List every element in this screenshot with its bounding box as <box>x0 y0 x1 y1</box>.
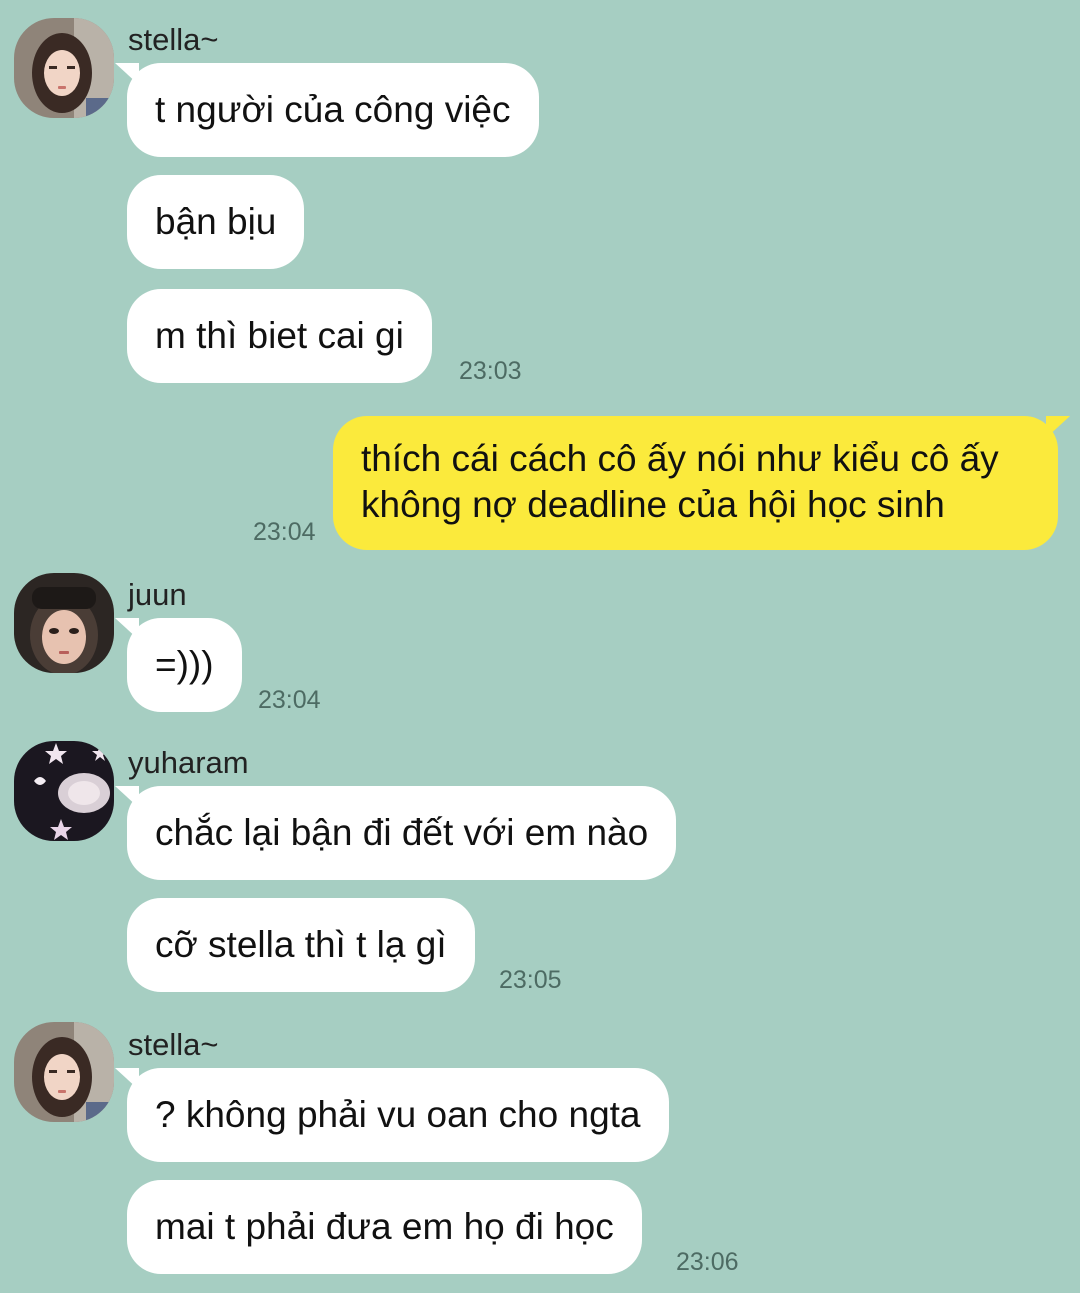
message-text: t người của công việc <box>155 89 511 130</box>
message-timestamp: 23:06 <box>676 1248 739 1276</box>
avatar-stella[interactable] <box>14 1022 114 1122</box>
avatar-stella[interactable] <box>14 18 114 118</box>
my-message-bubble[interactable]: thích cái cách cô ấy nói như kiểu cô ấy … <box>333 416 1070 550</box>
message-timestamp: 23:05 <box>499 966 562 994</box>
message-bubble[interactable]: m thì biet cai gi <box>127 289 432 383</box>
message-bubble[interactable]: ? không phải vu oan cho ngta <box>115 1068 669 1162</box>
message-text: cỡ stella thì t lạ gì <box>155 924 447 965</box>
message-timestamp: 23:04 <box>253 518 316 546</box>
message-timestamp: 23:04 <box>258 686 321 714</box>
message-text: mai t phải đưa em họ đi học <box>155 1206 614 1247</box>
message-bubble[interactable]: cỡ stella thì t lạ gì <box>127 898 475 992</box>
message-text: =))) <box>155 644 214 685</box>
profile-photo-icon <box>14 573 114 673</box>
message-text: không nợ deadline của hội học sinh <box>361 484 945 525</box>
message-text: thích cái cách cô ấy nói như kiểu cô ấy <box>361 438 999 479</box>
message-bubble[interactable]: =))) <box>115 618 242 712</box>
message-bubble[interactable]: t người của công việc <box>115 63 539 157</box>
profile-photo-icon <box>14 741 114 841</box>
sender-name: juun <box>128 577 187 612</box>
message-text: bận bịu <box>155 201 277 242</box>
message-text: ? không phải vu oan cho ngta <box>155 1094 641 1135</box>
message-text: m thì biet cai gi <box>155 315 404 356</box>
profile-photo-icon <box>14 18 114 118</box>
avatar-juun[interactable] <box>14 573 114 673</box>
sender-name: yuharam <box>128 745 249 780</box>
profile-photo-icon <box>14 1022 114 1122</box>
message-text: chắc lại bận đi đết với em nào <box>155 812 649 853</box>
avatar-yuharam[interactable] <box>14 741 114 841</box>
sender-name: stella~ <box>128 22 219 57</box>
message-bubble[interactable]: mai t phải đưa em họ đi học <box>127 1180 642 1274</box>
sender-name: stella~ <box>128 1027 219 1062</box>
message-timestamp: 23:03 <box>459 357 522 385</box>
message-bubble[interactable]: chắc lại bận đi đết với em nào <box>114 786 677 880</box>
message-bubble[interactable]: bận bịu <box>127 175 305 269</box>
